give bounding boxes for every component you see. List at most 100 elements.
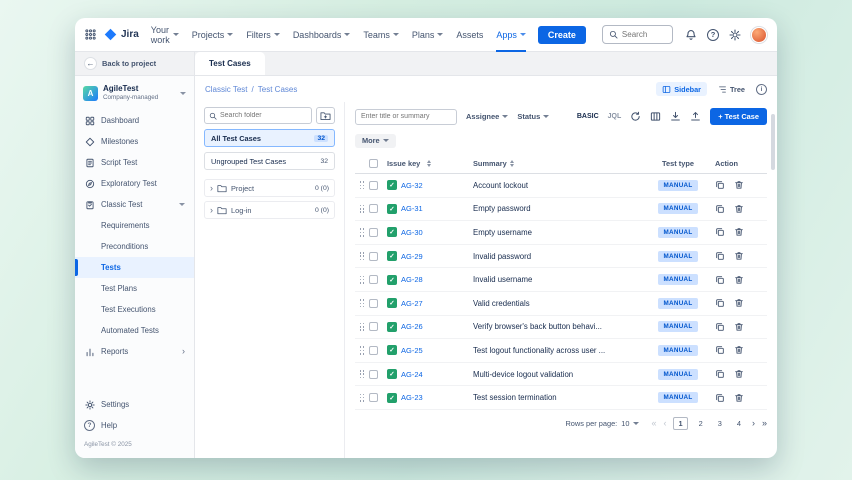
drag-handle-icon[interactable] xyxy=(360,299,365,307)
last-page-icon[interactable]: » xyxy=(762,419,767,428)
sidebar-item-test-executions[interactable]: Test Executions xyxy=(75,299,194,320)
menu-apps[interactable]: Apps xyxy=(496,18,526,52)
basic-mode-toggle[interactable]: BASIC xyxy=(577,113,599,120)
breadcrumb-current[interactable]: Test Cases xyxy=(258,85,298,94)
app-switcher-icon[interactable] xyxy=(85,29,96,40)
clone-icon[interactable] xyxy=(715,393,725,403)
row-summary[interactable]: Invalid username xyxy=(473,275,532,284)
trash-icon[interactable] xyxy=(734,298,744,308)
row-summary[interactable]: Verify browser's back button behavi... xyxy=(473,322,602,331)
drag-handle-icon[interactable] xyxy=(360,252,365,260)
sidebar-item-reports[interactable]: Reports › xyxy=(75,341,194,362)
tab-test-cases[interactable]: Test Cases xyxy=(195,52,265,75)
row-checkbox[interactable] xyxy=(369,299,378,308)
clone-icon[interactable] xyxy=(715,322,725,332)
menu-filters[interactable]: Filters xyxy=(246,18,280,52)
row-checkbox[interactable] xyxy=(369,322,378,331)
drag-handle-icon[interactable] xyxy=(360,323,365,331)
issue-key-link[interactable]: AG-27 xyxy=(401,299,423,308)
row-summary[interactable]: Valid credentials xyxy=(473,299,530,308)
folder-all-test-cases[interactable]: All Test Cases 32 xyxy=(204,129,335,147)
row-checkbox[interactable] xyxy=(369,252,378,261)
header-summary[interactable]: Summary xyxy=(473,159,507,168)
row-checkbox[interactable] xyxy=(369,228,378,237)
trash-icon[interactable] xyxy=(734,180,744,190)
page-button[interactable]: 1 xyxy=(673,417,687,430)
clone-icon[interactable] xyxy=(715,345,725,355)
trash-icon[interactable] xyxy=(734,227,744,237)
menu-teams[interactable]: Teams xyxy=(363,18,399,52)
row-checkbox[interactable] xyxy=(369,275,378,284)
row-summary[interactable]: Empty password xyxy=(473,204,531,213)
row-checkbox[interactable] xyxy=(369,181,378,190)
columns-icon[interactable] xyxy=(650,111,661,122)
folder-search[interactable] xyxy=(204,107,312,124)
sidebar-item-milestones[interactable]: Milestones xyxy=(75,131,194,152)
add-folder-icon[interactable] xyxy=(316,107,335,124)
sort-icon[interactable] xyxy=(510,160,514,168)
page-button[interactable]: 4 xyxy=(733,418,745,429)
chevron-right-icon[interactable]: › xyxy=(210,206,213,215)
import-icon[interactable] xyxy=(670,111,681,122)
issue-key-link[interactable]: AG-29 xyxy=(401,252,423,261)
clone-icon[interactable] xyxy=(715,369,725,379)
refresh-icon[interactable] xyxy=(630,111,641,122)
folder-tree-log-in[interactable]: › Log-in 0 (0) xyxy=(204,201,335,219)
breadcrumb-parent[interactable]: Classic Test xyxy=(205,85,248,94)
clone-icon[interactable] xyxy=(715,204,725,214)
clone-icon[interactable] xyxy=(715,227,725,237)
trash-icon[interactable] xyxy=(734,393,744,403)
row-checkbox[interactable] xyxy=(369,346,378,355)
jira-logo[interactable]: Jira xyxy=(104,28,139,41)
sidebar-item-help[interactable]: ? Help xyxy=(75,415,194,436)
help-icon[interactable]: ? xyxy=(707,29,719,41)
issue-key-link[interactable]: AG-32 xyxy=(401,181,423,190)
trash-icon[interactable] xyxy=(734,275,744,285)
first-page-icon[interactable]: « xyxy=(651,419,656,428)
row-checkbox[interactable] xyxy=(369,370,378,379)
trash-icon[interactable] xyxy=(734,204,744,214)
clone-icon[interactable] xyxy=(715,275,725,285)
folder-search-input[interactable] xyxy=(220,112,307,119)
create-button[interactable]: Create xyxy=(538,26,586,44)
folder-ungrouped-test-cases[interactable]: Ungrouped Test Cases 32 xyxy=(204,152,335,170)
trash-icon[interactable] xyxy=(734,369,744,379)
drag-handle-icon[interactable] xyxy=(360,370,365,378)
vertical-scrollbar[interactable] xyxy=(771,114,775,170)
drag-handle-icon[interactable] xyxy=(360,181,365,189)
sidebar-item-exploratory-test[interactable]: Exploratory Test xyxy=(75,173,194,194)
status-filter-dropdown[interactable]: Status xyxy=(517,112,549,121)
clone-icon[interactable] xyxy=(715,298,725,308)
user-avatar[interactable] xyxy=(751,27,767,43)
assignee-filter-dropdown[interactable]: Assignee xyxy=(466,112,508,121)
sidebar-item-classic-test[interactable]: Classic Test xyxy=(75,194,194,215)
row-summary[interactable]: Empty username xyxy=(473,228,532,237)
clone-icon[interactable] xyxy=(715,251,725,261)
next-page-icon[interactable]: › xyxy=(752,419,755,428)
menu-dashboards[interactable]: Dashboards xyxy=(293,18,351,52)
row-summary[interactable]: Test logout functionality across user ..… xyxy=(473,346,605,355)
page-button[interactable]: 3 xyxy=(714,418,726,429)
add-test-case-button[interactable]: + Test Case xyxy=(710,108,767,125)
menu-assets[interactable]: Assets xyxy=(456,18,483,52)
trash-icon[interactable] xyxy=(734,251,744,261)
sort-icon[interactable] xyxy=(427,160,431,168)
issue-key-link[interactable]: AG-31 xyxy=(401,204,423,213)
drag-handle-icon[interactable] xyxy=(360,346,365,354)
settings-gear-icon[interactable] xyxy=(729,29,741,41)
page-button[interactable]: 2 xyxy=(695,418,707,429)
folder-tree-project[interactable]: › Project 0 (0) xyxy=(204,179,335,197)
chevron-right-icon[interactable]: › xyxy=(210,184,213,193)
trash-icon[interactable] xyxy=(734,345,744,355)
sidebar-item-requirements[interactable]: Requirements xyxy=(75,215,194,236)
summary-filter[interactable] xyxy=(355,109,457,125)
clone-icon[interactable] xyxy=(715,180,725,190)
back-to-project[interactable]: ← Back to project xyxy=(75,52,195,75)
drag-handle-icon[interactable] xyxy=(360,394,365,402)
menu-your-work[interactable]: Your work xyxy=(151,18,179,52)
global-search-input[interactable] xyxy=(622,30,666,39)
sidebar-item-dashboard[interactable]: Dashboard xyxy=(75,110,194,131)
issue-key-link[interactable]: AG-28 xyxy=(401,275,423,284)
issue-key-link[interactable]: AG-23 xyxy=(401,393,423,402)
notifications-bell-icon[interactable] xyxy=(685,29,697,41)
